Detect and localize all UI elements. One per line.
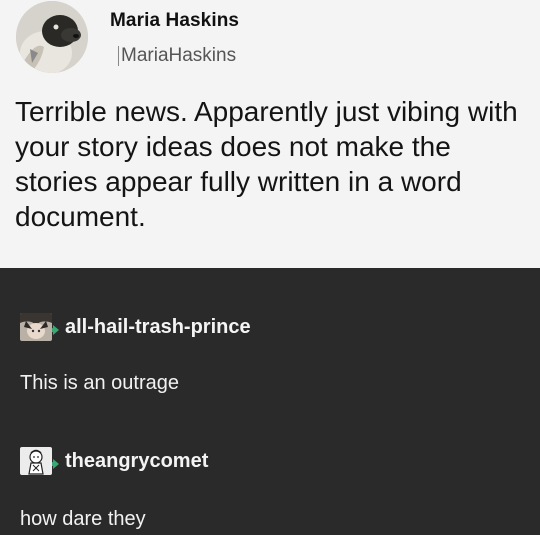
avatar[interactable] [16,1,88,73]
cartoon-avatar-icon [20,447,52,475]
reblog-username[interactable]: all-hail-trash-prince [65,316,251,339]
tweet-card: Maria Haskins MariaHaskins Terrible news… [0,0,540,268]
display-name[interactable]: Maria Haskins [110,10,239,32]
tweet-text: Terrible news. Apparently just vibing wi… [15,96,518,232]
anime-avatar-icon [20,313,52,341]
reblog-header: theangrycomet [20,446,208,476]
tumblr-reblog-thread: all-hail-trash-prince This is an outrage [0,268,540,535]
reblog-header: all-hail-trash-prince [20,312,251,342]
text-cursor-mark [118,46,119,66]
reblog-username[interactable]: theangrycomet [65,450,208,473]
reblog-comment: This is an outrage [20,372,179,394]
reblog-comment: how dare they [20,508,146,530]
user-handle[interactable]: MariaHaskins [121,45,236,67]
avatar[interactable] [20,313,52,341]
avatar[interactable] [20,447,52,475]
avatar-photo-icon [16,1,88,73]
